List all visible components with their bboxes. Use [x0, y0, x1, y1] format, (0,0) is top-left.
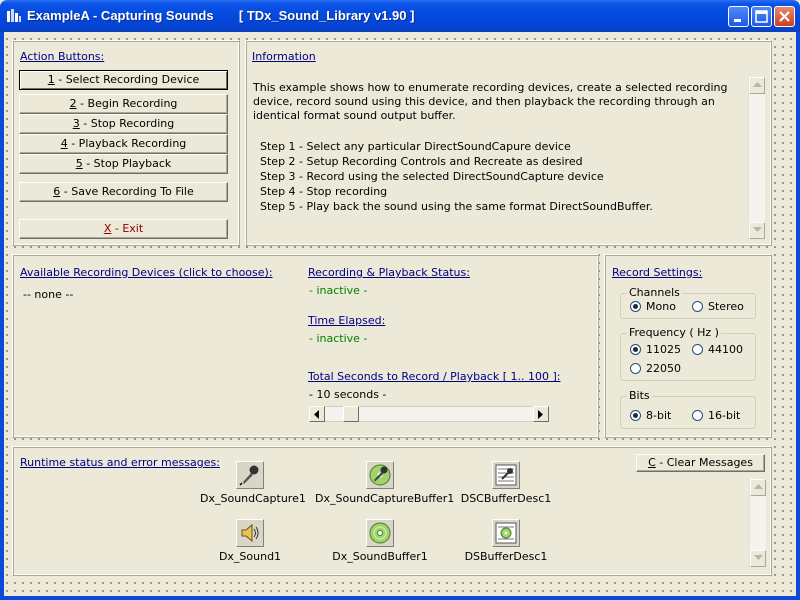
- time-elapsed-value: - inactive -: [309, 332, 368, 345]
- information-step: Step 5 - Play back the sound using the s…: [260, 200, 653, 213]
- information-step: Step 1 - Select any particular DirectSou…: [260, 140, 571, 153]
- radio-indicator: [630, 301, 641, 312]
- information-scrollbar[interactable]: [748, 77, 765, 239]
- bits-8-radio[interactable]: 8-bit: [630, 409, 671, 422]
- component-dx-sound1[interactable]: Dx_Sound1: [200, 519, 300, 563]
- radio-indicator: [630, 410, 641, 421]
- radio-indicator: [692, 410, 703, 421]
- playback-recording-button[interactable]: 4 - Playback Recording: [19, 134, 228, 154]
- radio-indicator: [692, 301, 703, 312]
- component-dx-soundcapturebuffer1[interactable]: Dx_SoundCaptureBuffer1: [315, 461, 454, 505]
- action-buttons-panel: Action Buttons: 1 - Select Recording Dev…: [12, 40, 240, 246]
- information-panel: Information This example shows how to en…: [245, 40, 772, 246]
- freq-11025-radio[interactable]: 11025: [630, 343, 681, 356]
- freq-44100-radio[interactable]: 44100: [692, 343, 743, 356]
- available-devices-label: Available Recording Devices (click to ch…: [20, 266, 273, 279]
- information-step: Step 4 - Stop recording: [260, 185, 388, 198]
- minimize-button[interactable]: [728, 6, 749, 27]
- action-buttons-label: Action Buttons:: [20, 50, 105, 63]
- exit-button[interactable]: X - Exit: [19, 219, 228, 239]
- devices-status-panel: Available Recording Devices (click to ch…: [12, 254, 599, 438]
- slider-right-button[interactable]: [533, 406, 549, 422]
- radio-indicator: [692, 344, 703, 355]
- radio-indicator: [630, 363, 641, 374]
- scroll-down-button[interactable]: [750, 550, 766, 567]
- clear-messages-button[interactable]: C - Clear Messages: [636, 454, 765, 472]
- arrow-left-icon: [314, 410, 319, 419]
- information-label[interactable]: Information: [252, 50, 316, 63]
- window-frame-bottom: [0, 596, 800, 600]
- maximize-button[interactable]: [751, 6, 772, 27]
- begin-recording-button[interactable]: 2 - Begin Recording: [19, 94, 228, 114]
- slider-left-button[interactable]: [309, 406, 325, 422]
- total-seconds-value: - 10 seconds -: [309, 388, 387, 401]
- component-dscbufferdesc1[interactable]: DSCBufferDesc1: [456, 461, 556, 505]
- buffer-desc-icon: [492, 519, 520, 547]
- window-frame-right: [796, 32, 800, 600]
- bits-16-radio[interactable]: 16-bit: [692, 409, 740, 422]
- frequency-group: Frequency ( Hz ) 11025 44100 22050: [620, 326, 756, 381]
- save-recording-button[interactable]: 6 - Save Recording To File: [19, 182, 228, 202]
- runtime-messages-panel: Runtime status and error messages: C - C…: [12, 446, 772, 576]
- stop-recording-button[interactable]: 3 - Stop Recording: [19, 114, 228, 134]
- total-seconds-label: Total Seconds to Record / Playback [ 1..…: [308, 370, 561, 383]
- runtime-scrollbar[interactable]: [749, 479, 766, 567]
- close-icon: [779, 11, 790, 22]
- runtime-messages-label: Runtime status and error messages:: [20, 456, 220, 469]
- record-settings-panel: Record Settings: Channels Mono Stereo Fr…: [604, 254, 772, 438]
- arrow-up-icon: [754, 484, 763, 489]
- arrow-down-icon: [754, 555, 763, 560]
- mono-radio[interactable]: Mono: [630, 300, 676, 313]
- bits-group: Bits 8-bit 16-bit: [620, 389, 756, 429]
- microphone-icon: [236, 461, 264, 489]
- slider-thumb[interactable]: [343, 406, 360, 422]
- information-intro: This example shows how to enumerate reco…: [253, 81, 728, 122]
- component-dx-soundcapture1[interactable]: Dx_SoundCapture1: [200, 461, 306, 505]
- window-frame-left: [0, 32, 4, 600]
- channels-label: Channels: [627, 286, 682, 299]
- window-title: ExampleA - Capturing Sounds [ TDx_Sound_…: [27, 8, 415, 23]
- component-dsbufferdesc1[interactable]: DSBufferDesc1: [456, 519, 556, 563]
- frequency-label: Frequency ( Hz ): [627, 326, 721, 339]
- component-dx-soundbuffer1[interactable]: Dx_SoundBuffer1: [315, 519, 445, 563]
- information-step: Step 3 - Record using the selected Direc…: [260, 170, 604, 183]
- information-step: Step 2 - Setup Recording Controls and Re…: [260, 155, 583, 168]
- radio-indicator: [630, 344, 641, 355]
- scroll-up-button[interactable]: [749, 77, 765, 94]
- freq-22050-radio[interactable]: 22050: [630, 362, 681, 375]
- minimize-icon: [734, 19, 741, 22]
- cd-icon: [366, 519, 394, 547]
- arrow-up-icon: [753, 82, 762, 87]
- app-icon: [7, 9, 21, 22]
- bits-label: Bits: [627, 389, 652, 402]
- title-bar[interactable]: ExampleA - Capturing Sounds [ TDx_Sound_…: [0, 0, 800, 32]
- scroll-up-button[interactable]: [750, 479, 766, 496]
- stop-playback-button[interactable]: 5 - Stop Playback: [19, 154, 228, 174]
- close-button[interactable]: [774, 6, 795, 27]
- status-label: Recording & Playback Status:: [308, 266, 470, 279]
- status-value: - inactive -: [309, 284, 368, 297]
- seconds-slider[interactable]: [309, 406, 549, 422]
- stereo-radio[interactable]: Stereo: [692, 300, 744, 313]
- device-list-item[interactable]: -- none --: [23, 288, 73, 301]
- speaker-icon: [236, 519, 264, 547]
- time-elapsed-label: Time Elapsed:: [308, 314, 386, 327]
- microphone-cd-icon: [366, 461, 394, 489]
- record-settings-label: Record Settings:: [612, 266, 703, 279]
- arrow-right-icon: [538, 410, 543, 419]
- scroll-down-button[interactable]: [749, 222, 765, 239]
- arrow-down-icon: [753, 227, 762, 232]
- maximize-icon: [755, 10, 768, 23]
- select-recording-device-button[interactable]: 1 - Select Recording Device: [19, 70, 228, 90]
- capture-buffer-desc-icon: [492, 461, 520, 489]
- channels-group: Channels Mono Stereo: [620, 286, 756, 319]
